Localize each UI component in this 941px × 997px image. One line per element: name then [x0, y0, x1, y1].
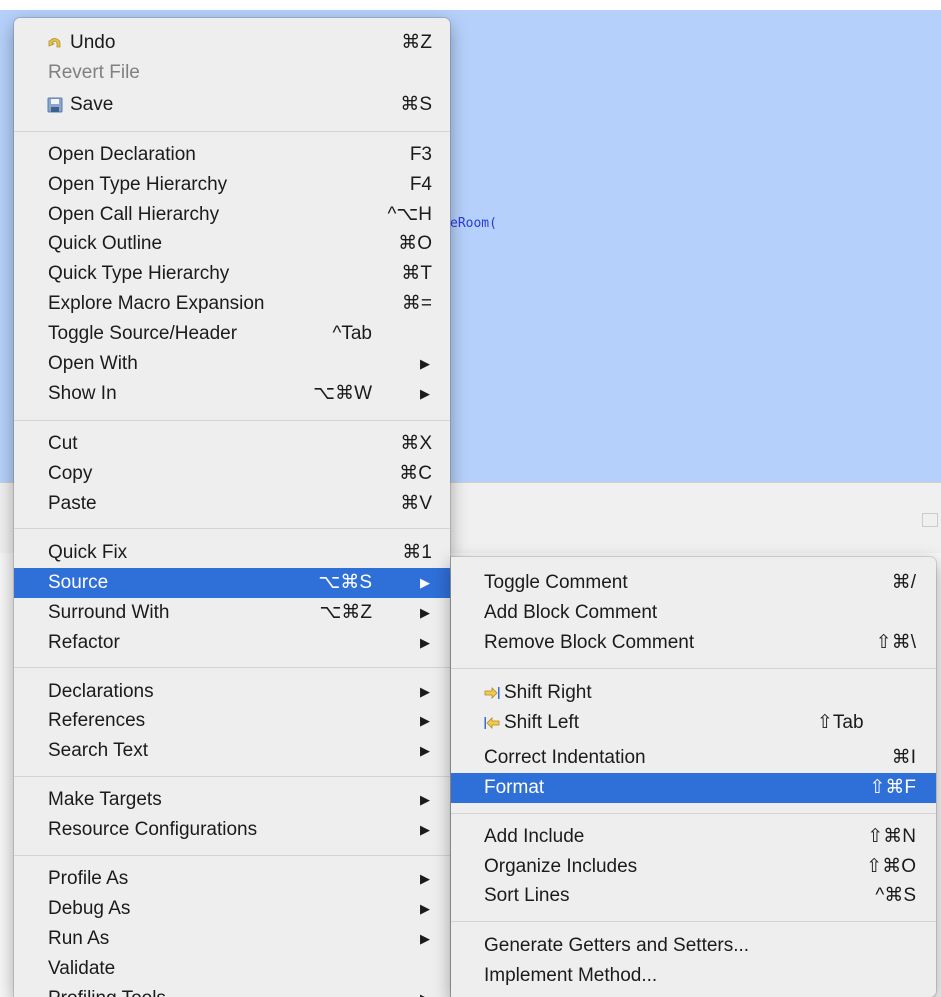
menu-item-make-targets[interactable]: Make Targets ▶ — [14, 785, 450, 815]
submenu-arrow-icon: ▶ — [420, 743, 430, 758]
menu-item-run-as[interactable]: Run As ▶ — [14, 924, 450, 954]
menu-item-open-with[interactable]: Open With ▶ — [14, 349, 450, 379]
menu-item-show-in[interactable]: Show In ⌥⌘W ▶ — [14, 379, 450, 409]
menu-item-resource-configurations[interactable]: Resource Configurations ▶ — [14, 815, 450, 845]
submenu-arrow-icon: ▶ — [420, 822, 430, 837]
submenu-item-add-include[interactable]: Add Include ⇧⌘N — [451, 822, 936, 852]
submenu-arrow-icon: ▶ — [420, 605, 430, 620]
submenu-arrow-icon: ▶ — [420, 931, 430, 946]
submenu-item-shift-left[interactable]: Shift Left ⇧Tab — [451, 708, 936, 738]
submenu-item-remove-block-comment[interactable]: Remove Block Comment ⇧⌘\ — [451, 628, 936, 658]
menu-separator — [451, 668, 936, 669]
menu-item-profiling-tools[interactable]: Profiling Tools ▶ — [14, 984, 450, 997]
menu-separator — [451, 921, 936, 922]
menu-item-open-declaration[interactable]: Open Declaration F3 — [14, 140, 450, 170]
submenu-arrow-icon: ▶ — [420, 635, 430, 650]
submenu-item-generate-getters-setters[interactable]: Generate Getters and Setters... — [451, 931, 936, 961]
menu-item-copy[interactable]: Copy ⌘C — [14, 459, 450, 489]
menu-item-open-call-hierarchy[interactable]: Open Call Hierarchy ^⌥H — [14, 200, 450, 230]
context-menu: Undo ⌘Z Revert File Save ⌘S Open Declara… — [14, 18, 450, 997]
menu-item-declarations[interactable]: Declarations ▶ — [14, 677, 450, 707]
menu-item-quick-fix[interactable]: Quick Fix ⌘1 — [14, 538, 450, 568]
submenu-arrow-icon: ▶ — [420, 901, 430, 916]
menu-item-explore-macro-expansion[interactable]: Explore Macro Expansion ⌘= — [14, 289, 450, 319]
source-submenu: Toggle Comment ⌘/ Add Block Comment Remo… — [451, 557, 936, 997]
menu-separator — [14, 667, 450, 668]
menu-item-profile-as[interactable]: Profile As ▶ — [14, 864, 450, 894]
shift-left-icon — [484, 717, 500, 729]
menu-separator — [14, 855, 450, 856]
menu-item-open-type-hierarchy[interactable]: Open Type Hierarchy F4 — [14, 170, 450, 200]
submenu-item-toggle-comment[interactable]: Toggle Comment ⌘/ — [451, 568, 936, 598]
menu-separator — [14, 528, 450, 529]
menu-separator — [14, 420, 450, 421]
menu-item-debug-as[interactable]: Debug As ▶ — [14, 894, 450, 924]
menu-item-cut[interactable]: Cut ⌘X — [14, 429, 450, 459]
save-icon — [47, 97, 63, 113]
submenu-item-shift-right[interactable]: Shift Right — [451, 678, 936, 708]
menu-item-references[interactable]: References ▶ — [14, 706, 450, 736]
submenu-arrow-icon: ▶ — [420, 871, 430, 886]
submenu-arrow-icon: ▶ — [420, 386, 430, 401]
menu-item-quick-outline[interactable]: Quick Outline ⌘O — [14, 229, 450, 259]
menu-item-source[interactable]: Source ⌥⌘S ▶ — [14, 568, 450, 598]
menu-item-surround-with[interactable]: Surround With ⌥⌘Z ▶ — [14, 598, 450, 628]
submenu-arrow-icon: ▶ — [420, 713, 430, 728]
undo-icon — [48, 38, 61, 48]
menu-item-search-text[interactable]: Search Text ▶ — [14, 736, 450, 766]
menu-item-revert-file[interactable]: Revert File — [14, 58, 450, 88]
shift-right-icon — [484, 687, 500, 699]
menu-item-toggle-source-header[interactable]: Toggle Source/Header ^Tab — [14, 319, 450, 349]
submenu-arrow-icon: ▶ — [420, 984, 430, 997]
menu-item-save[interactable]: Save ⌘S — [14, 90, 450, 120]
menu-item-validate[interactable]: Validate — [14, 954, 450, 984]
submenu-arrow-icon: ▶ — [420, 792, 430, 807]
menu-separator — [451, 813, 936, 814]
menu-separator — [14, 776, 450, 777]
menu-item-quick-type-hierarchy[interactable]: Quick Type Hierarchy ⌘T — [14, 259, 450, 289]
submenu-item-sort-lines[interactable]: Sort Lines ^⌘S — [451, 881, 936, 911]
submenu-item-add-block-comment[interactable]: Add Block Comment — [451, 598, 936, 628]
menu-item-refactor[interactable]: Refactor ▶ — [14, 628, 450, 658]
menu-item-undo[interactable]: Undo ⌘Z — [14, 28, 450, 58]
maximize-icon[interactable] — [922, 513, 938, 527]
submenu-item-organize-includes[interactable]: Organize Includes ⇧⌘O — [451, 852, 936, 882]
submenu-item-correct-indentation[interactable]: Correct Indentation ⌘I — [451, 743, 936, 773]
submenu-item-implement-method[interactable]: Implement Method... — [451, 961, 936, 991]
code-fragment: eRoom( — [450, 216, 497, 231]
submenu-item-format[interactable]: Format ⇧⌘F — [451, 773, 936, 803]
menu-item-paste[interactable]: Paste ⌘V — [14, 489, 450, 519]
submenu-arrow-icon: ▶ — [420, 356, 430, 371]
menu-separator — [14, 131, 450, 132]
submenu-arrow-icon: ▶ — [420, 684, 430, 699]
submenu-arrow-icon: ▶ — [420, 575, 430, 590]
